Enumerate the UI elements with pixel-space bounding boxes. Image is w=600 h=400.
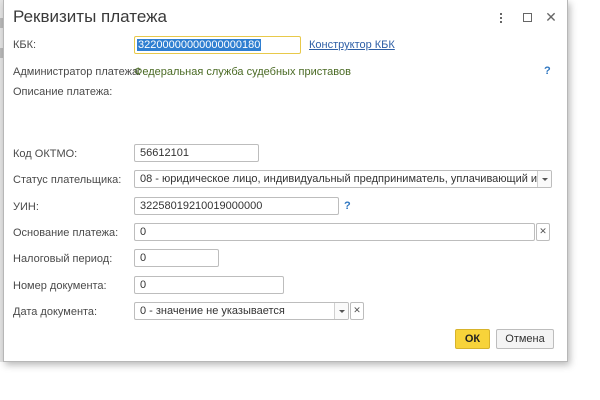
- kbk-label: КБК:: [13, 39, 37, 51]
- doc-date-select[interactable]: 0 - значение не указывается: [134, 302, 349, 320]
- cancel-button[interactable]: Отмена: [496, 329, 554, 349]
- tax-period-input[interactable]: 0: [134, 249, 219, 267]
- maximize-icon[interactable]: [519, 9, 535, 25]
- ok-button[interactable]: ОК: [455, 329, 490, 349]
- admin-value: Федеральная служба судебных приставов: [134, 66, 351, 78]
- admin-help-icon[interactable]: ?: [544, 65, 551, 77]
- basis-label: Основание платежа:: [13, 227, 119, 239]
- doc-date-clear-icon[interactable]: ✕: [350, 302, 364, 320]
- admin-label: Администратор платежа:: [13, 66, 142, 78]
- basis-input[interactable]: 0: [134, 223, 535, 241]
- doc-number-input[interactable]: 0: [134, 276, 284, 294]
- uin-input[interactable]: 32258019210019000000: [134, 197, 339, 215]
- status-label: Статус плательщика:: [13, 174, 122, 186]
- status-value: 08 - юридическое лицо, индивидуальный пр…: [140, 173, 552, 185]
- description-label: Описание платежа:: [13, 86, 113, 98]
- chevron-down-icon[interactable]: [334, 303, 348, 319]
- status-select[interactable]: 08 - юридическое лицо, индивидуальный пр…: [134, 170, 552, 188]
- more-vertical-icon[interactable]: [493, 9, 509, 25]
- oktmo-label: Код ОКТМО:: [13, 148, 78, 160]
- oktmo-input[interactable]: 56612101: [134, 144, 259, 162]
- uin-help-icon[interactable]: ?: [344, 200, 351, 212]
- kbk-input[interactable]: 32200000000000000180: [134, 36, 301, 54]
- doc-number-label: Номер документа:: [13, 280, 107, 292]
- kbk-constructor-link[interactable]: Конструктор КБК: [309, 39, 395, 51]
- dialog-title: Реквизиты платежа: [13, 7, 167, 26]
- tax-period-label: Налоговый период:: [13, 253, 113, 265]
- chevron-down-icon[interactable]: [537, 171, 551, 187]
- uin-label: УИН:: [13, 201, 39, 213]
- payment-details-dialog: Реквизиты платежа ✕ КБК: 322000000000000…: [3, 0, 568, 362]
- kbk-value: 32200000000000000180: [137, 39, 262, 51]
- doc-date-value: 0 - значение не указывается: [140, 305, 285, 317]
- doc-date-label: Дата документа:: [13, 306, 98, 318]
- basis-clear-icon[interactable]: ✕: [536, 223, 550, 241]
- close-icon[interactable]: ✕: [543, 9, 559, 25]
